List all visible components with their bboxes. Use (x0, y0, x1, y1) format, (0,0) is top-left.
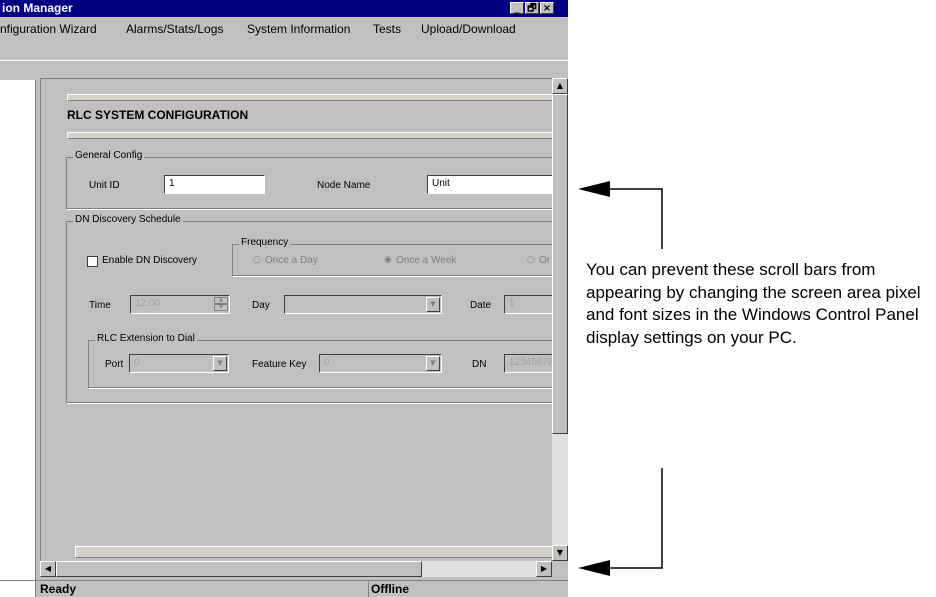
navigation-pane[interactable] (0, 80, 36, 597)
general-config-group: General Config Unit ID 1 Node Name Unit (66, 150, 568, 209)
chevron-down-icon[interactable]: ▼ (426, 297, 440, 312)
page-title: RLC SYSTEM CONFIGURATION (67, 108, 249, 122)
menu-configuration-wizard[interactable]: nfiguration Wizard (0, 17, 97, 41)
window-title: ion Manager (2, 1, 73, 15)
dn-discovery-legend: DN Discovery Schedule (73, 214, 183, 225)
frequency-group: Frequency ○ Once a Day ◉ Once a Week ○ O… (232, 237, 568, 276)
scroll-up-icon[interactable]: ▲ (552, 78, 568, 94)
maximize-button[interactable]: 🗗 (525, 2, 539, 14)
configuration-panel: RLC SYSTEM CONFIGURATION General Config … (40, 78, 568, 561)
chevron-down-icon[interactable]: ▼ (213, 356, 227, 371)
day-dropdown[interactable]: ▼ (284, 295, 442, 314)
chevron-down-icon[interactable]: ▼ (426, 356, 440, 371)
minimize-button[interactable]: _ (510, 2, 524, 14)
rlc-extension-legend: RLC Extension to Dial (95, 333, 197, 344)
time-label: Time (89, 300, 111, 311)
vertical-scrollbar[interactable]: ▲ ▼ (552, 78, 568, 561)
port-dropdown[interactable]: 0 ▼ (129, 354, 229, 373)
arrow-line-bottom (610, 468, 663, 569)
menu-system-information[interactable]: System Information (247, 17, 350, 41)
app-window: ion Manager _ 🗗 × nfiguration Wizard Ala… (0, 0, 568, 597)
once-a-day-label: Once a Day (265, 255, 318, 266)
enable-dn-discovery-label: Enable DN Discovery (102, 255, 198, 266)
arrow-line-top (610, 188, 663, 249)
time-value: 12:00 (135, 298, 161, 309)
feature-key-value: 0 (324, 357, 330, 368)
scroll-right-icon[interactable]: ▶ (536, 561, 552, 577)
callout-arrows (578, 181, 663, 576)
port-label: Port (105, 359, 124, 370)
general-config-legend: General Config (73, 150, 145, 161)
radio-other[interactable]: ○ (527, 255, 535, 265)
time-field[interactable]: 12:00 ▲ ▼ (130, 295, 230, 314)
arrow-head-bottom (578, 560, 610, 576)
node-name-field[interactable]: Unit (427, 175, 557, 194)
status-connection: Offline (368, 581, 409, 597)
callout-note: You can prevent these scroll bars from a… (586, 260, 921, 347)
dn-discovery-group: DN Discovery Schedule Enable DN Discover… (66, 214, 568, 403)
menu-tests[interactable]: Tests (373, 17, 401, 41)
spin-down-icon[interactable]: ▼ (214, 304, 228, 311)
close-button[interactable]: × (540, 2, 554, 14)
radio-once-a-day[interactable]: ○ (253, 255, 261, 265)
bottom-panel-strip (75, 546, 554, 558)
title-bar: ion Manager _ 🗗 × (0, 0, 568, 17)
menu-upload-download[interactable]: Upload/Download (421, 17, 516, 41)
feature-key-label: Feature Key (252, 359, 307, 370)
horizontal-scrollbar[interactable]: ◀ ▶ (40, 561, 552, 577)
scroll-down-icon[interactable]: ▼ (552, 545, 568, 561)
time-spinner[interactable]: ▲ ▼ (214, 297, 228, 312)
menu-alarms-stats-logs[interactable]: Alarms/Stats/Logs (126, 17, 223, 41)
day-label: Day (252, 300, 270, 311)
dn-label: DN (472, 359, 487, 370)
port-value: 0 (134, 357, 140, 368)
node-name-label: Node Name (317, 180, 371, 191)
scroll-left-icon[interactable]: ◀ (40, 561, 56, 577)
enable-dn-discovery-checkbox[interactable] (87, 256, 98, 267)
horizontal-scroll-thumb[interactable] (56, 561, 422, 577)
frequency-legend: Frequency (239, 237, 291, 248)
rlc-extension-group: RLC Extension to Dial Port 0 ▼ Feature K… (88, 333, 568, 388)
status-ready: Ready (40, 582, 77, 596)
once-a-week-label: Once a Week (396, 255, 457, 266)
unit-id-label: Unit ID (89, 180, 120, 191)
status-bar: Ready Offline (0, 580, 568, 597)
unit-id-field[interactable]: 1 (164, 175, 265, 194)
feature-key-dropdown[interactable]: 0 ▼ (319, 354, 442, 373)
arrow-head-top (578, 181, 610, 197)
date-label: Date (470, 300, 492, 311)
menu-bar: nfiguration Wizard Alarms/Stats/Logs Sys… (0, 17, 568, 41)
radio-once-a-week[interactable]: ◉ (384, 255, 392, 265)
header-divider-top (67, 94, 554, 101)
spin-up-icon[interactable]: ▲ (214, 297, 228, 304)
vertical-scroll-thumb[interactable] (552, 94, 568, 434)
toolbar (0, 60, 568, 75)
other-frequency-label: Or (539, 255, 551, 266)
header-divider-bottom (67, 132, 554, 139)
